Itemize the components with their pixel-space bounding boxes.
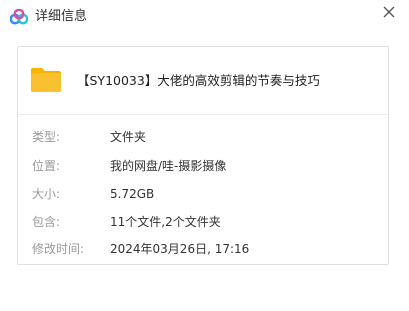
- detail-label-contains: 包含:: [32, 215, 61, 229]
- detail-row-type: 类型: 文件夹: [18, 127, 388, 147]
- detail-row-modified: 修改时间: 2024年03月26日, 17:16: [18, 239, 388, 259]
- folder-icon: [31, 68, 61, 92]
- detail-row-contains: 包含: 11个文件,2个文件夹: [18, 212, 388, 232]
- detail-value-location: 我的网盘/哇-摄影摄像: [110, 159, 227, 173]
- detail-value-type: 文件夹: [110, 130, 147, 144]
- detail-label-size: 大小:: [32, 187, 61, 201]
- file-name: 【SY10033】大佬的高效剪辑的节奏与技巧: [77, 73, 320, 88]
- baidu-netdisk-logo-icon: [10, 9, 28, 25]
- divider: [18, 114, 388, 115]
- detail-label-type: 类型:: [32, 130, 61, 144]
- detail-label-location: 位置:: [32, 159, 61, 173]
- detail-row-size: 大小: 5.72GB: [18, 184, 388, 204]
- detail-value-modified: 2024年03月26日, 17:16: [110, 242, 250, 256]
- details-card: 【SY10033】大佬的高效剪辑的节奏与技巧 类型: 文件夹 位置: 我的网盘/…: [17, 46, 389, 265]
- file-header: 【SY10033】大佬的高效剪辑的节奏与技巧: [18, 47, 388, 114]
- detail-value-size: 5.72GB: [110, 187, 155, 201]
- detail-label-modified: 修改时间:: [32, 242, 85, 256]
- detail-row-location: 位置: 我的网盘/哇-摄影摄像: [18, 156, 388, 176]
- dialog-titlebar: 详细信息: [0, 0, 409, 34]
- detail-value-contains: 11个文件,2个文件夹: [110, 215, 221, 229]
- dialog-title: 详细信息: [35, 9, 88, 24]
- close-icon[interactable]: [378, 2, 400, 24]
